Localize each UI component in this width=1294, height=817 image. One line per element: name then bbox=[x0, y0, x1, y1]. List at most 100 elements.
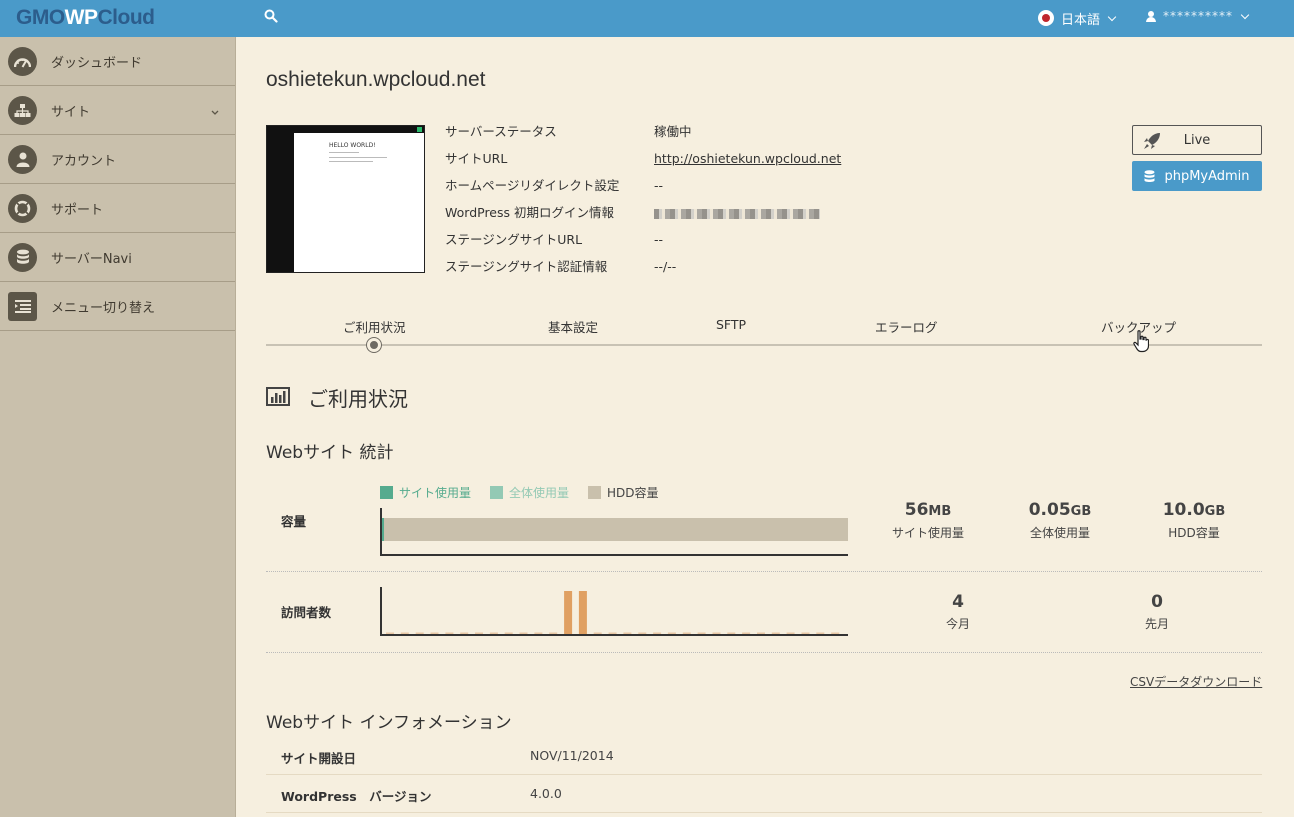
visitors-bar bbox=[786, 632, 795, 634]
sidebar-item-label: メニュー切り替え bbox=[51, 300, 156, 316]
visitors-bar bbox=[697, 632, 706, 634]
bar-chart-icon bbox=[266, 387, 290, 406]
sidebar-item-dashboard[interactable]: ダッシュボード bbox=[0, 37, 235, 86]
visitors-bar bbox=[564, 591, 573, 634]
database-icon bbox=[8, 242, 37, 272]
hdd-capacity-value: 10.0GB bbox=[1162, 500, 1226, 520]
tab-basic-settings[interactable]: 基本設定 bbox=[548, 317, 598, 336]
phpmyadmin-button-label: phpMyAdmin bbox=[1164, 168, 1250, 184]
visitors-bar bbox=[578, 591, 587, 634]
visitors-bar bbox=[771, 632, 780, 634]
divider bbox=[266, 652, 1262, 653]
menu-toggle-icon bbox=[8, 291, 37, 321]
legend-site-usage: サイト使用量 bbox=[380, 484, 471, 501]
tab-error-log[interactable]: エラーログ bbox=[875, 317, 938, 336]
page-title: oshietekun.wpcloud.net bbox=[266, 68, 486, 91]
main-content: oshietekun.wpcloud.net HELLO WORLD! サーバー… bbox=[236, 37, 1294, 817]
site-thumbnail[interactable]: HELLO WORLD! bbox=[266, 125, 425, 273]
info-value-staging-url: -- bbox=[654, 232, 664, 247]
site-url-link[interactable]: http://oshietekun.wpcloud.net bbox=[654, 151, 841, 166]
visitors-bar bbox=[415, 632, 424, 634]
sidebar-item-label: サポート bbox=[51, 202, 104, 218]
info-label-wp-login: WordPress 初期ログイン情報 bbox=[445, 205, 615, 220]
visitors-last-month-value: 0 bbox=[1151, 592, 1163, 612]
info-label-staging-auth: ステージングサイト認証情報 bbox=[445, 259, 608, 274]
visitors-bar bbox=[534, 632, 543, 634]
visitors-this-month-label: 今月 bbox=[945, 617, 970, 631]
csv-download-link[interactable]: CSVデータダウンロード bbox=[1130, 673, 1262, 690]
rocket-icon bbox=[1144, 133, 1160, 149]
language-selector[interactable]: 日本語 bbox=[1038, 9, 1117, 28]
sidebar-item-menu-toggle[interactable]: メニュー切り替え bbox=[0, 282, 235, 331]
top-navbar: GMOWPCloud 日本語 ********** bbox=[0, 0, 1294, 37]
stats-heading: Webサイト 統計 bbox=[266, 443, 394, 463]
chevron-down-icon[interactable] bbox=[211, 105, 219, 120]
sidebar-item-account[interactable]: アカウント bbox=[0, 135, 235, 184]
sidebar-item-label: サイト bbox=[51, 104, 91, 120]
active-tab-indicator bbox=[367, 338, 381, 352]
site-created-label: サイト開設日 bbox=[281, 751, 357, 766]
sidebar-item-label: サーバーNavi bbox=[51, 251, 132, 267]
capacity-label: 容量 bbox=[281, 514, 307, 529]
sidebar-item-support[interactable]: サポート bbox=[0, 184, 235, 233]
visitors-bar bbox=[386, 632, 394, 634]
visitors-chart-axis bbox=[380, 587, 848, 636]
visitors-last-month-label: 先月 bbox=[1144, 617, 1169, 631]
live-button[interactable]: Live bbox=[1132, 125, 1262, 155]
visitors-bar bbox=[757, 632, 765, 634]
total-usage-value: 0.05GB bbox=[1028, 500, 1092, 520]
tab-sftp[interactable]: SFTP bbox=[716, 317, 746, 332]
visitors-bar bbox=[489, 632, 498, 634]
dashboard-icon bbox=[8, 46, 37, 76]
user-name: ********** bbox=[1163, 9, 1233, 23]
site-usage-label: サイト使用量 bbox=[891, 526, 964, 540]
visitors-chart bbox=[380, 587, 848, 636]
live-button-label: Live bbox=[1183, 132, 1211, 148]
divider bbox=[266, 571, 1262, 572]
visitors-bar bbox=[638, 632, 647, 634]
visitors-bar bbox=[653, 632, 662, 634]
visitors-bar bbox=[742, 632, 751, 634]
visitors-this-month-value: 4 bbox=[952, 592, 964, 612]
lifebuoy-icon bbox=[8, 193, 37, 223]
phpmyadmin-button[interactable]: phpMyAdmin bbox=[1132, 161, 1262, 191]
visitors-bar bbox=[727, 632, 736, 634]
chevron-down-icon bbox=[1107, 12, 1117, 21]
site-created-value: NOV/11/2014 bbox=[530, 748, 614, 763]
user-icon bbox=[8, 144, 37, 174]
total-usage-label: 全体使用量 bbox=[1029, 526, 1090, 540]
legend-total-usage: 全体使用量 bbox=[490, 484, 569, 501]
visitors-bar bbox=[831, 632, 840, 634]
legend-swatch bbox=[588, 486, 601, 499]
visitors-bar bbox=[593, 632, 602, 634]
visitors-bar bbox=[504, 632, 513, 634]
legend-swatch bbox=[490, 486, 503, 499]
sidebar-item-site[interactable]: サイト bbox=[0, 86, 235, 135]
visitors-bar bbox=[816, 632, 825, 634]
masked-credentials bbox=[654, 208, 820, 219]
tab-usage[interactable]: ご利用状況 bbox=[343, 317, 406, 336]
info-label-staging-url: ステージングサイトURL bbox=[445, 232, 583, 247]
search-icon[interactable] bbox=[264, 9, 278, 23]
visitors-bar bbox=[430, 632, 439, 634]
table-row: WordPress バージョン 4.0.0 bbox=[266, 775, 1262, 813]
user-menu[interactable]: ********** bbox=[1146, 9, 1250, 23]
sidebar-item-label: ダッシュボード bbox=[51, 55, 143, 71]
thumbnail-heading: HELLO WORLD! bbox=[329, 142, 376, 149]
brand-logo[interactable]: GMOWPCloud bbox=[16, 6, 155, 30]
sidebar-item-server-navi[interactable]: サーバーNavi bbox=[0, 233, 235, 282]
info-value-staging-auth: --/-- bbox=[654, 259, 677, 274]
visitors-bar bbox=[549, 632, 558, 634]
info-value-redirect: -- bbox=[654, 178, 664, 193]
visitors-bar bbox=[460, 632, 469, 634]
capacity-bar-site-usage bbox=[382, 518, 384, 541]
info-label-redirect: ホームページリダイレクト設定 bbox=[445, 178, 620, 193]
info-value-server-status: 稼働中 bbox=[654, 124, 692, 139]
capacity-bar-hdd bbox=[382, 518, 848, 541]
sitemap-icon bbox=[8, 95, 37, 125]
visitors-label: 訪問者数 bbox=[281, 605, 332, 620]
visitors-bar bbox=[400, 632, 409, 634]
wp-version-label: WordPress バージョン bbox=[281, 789, 432, 804]
visitors-bar bbox=[623, 632, 632, 634]
visitors-bar bbox=[682, 632, 691, 634]
